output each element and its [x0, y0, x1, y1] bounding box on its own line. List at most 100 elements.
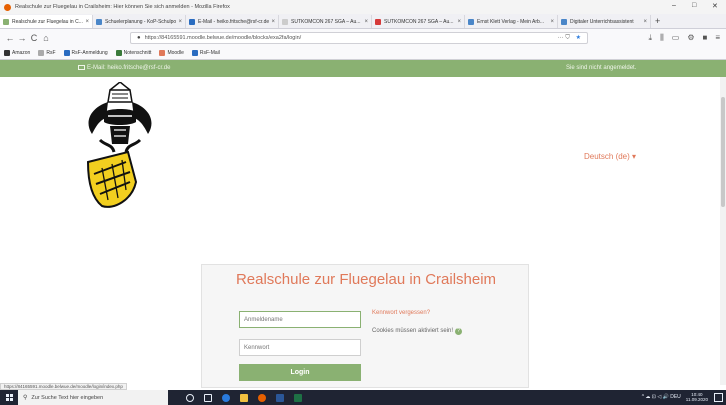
- firefox-icon: [4, 3, 11, 11]
- firefox-icon[interactable]: [258, 393, 266, 402]
- tab-label: E-Mail - heiko.fritsche@rsf-cr.de: [198, 18, 270, 25]
- tab-schuelerplanung[interactable]: Schuelerplanung - KoP-Schulportal ×: [93, 15, 186, 28]
- window-title: Realschule zur Fluegelau in Crailsheim: …: [15, 4, 230, 10]
- tab-sutkomcon-2[interactable]: SUTKOMCON 267 SGA – Au... ×: [372, 15, 465, 28]
- bookmark-rsf-anmeldung[interactable]: RsF-Anmeldung: [63, 50, 108, 56]
- sidebar-icon[interactable]: ▭: [672, 33, 680, 43]
- clock-date: 11.09.2020: [685, 397, 708, 402]
- windows-logo-icon: [5, 394, 13, 401]
- status-url: https://84165591.moodle.belwue.de/moodle…: [0, 383, 127, 390]
- page-scrollbar[interactable]: [720, 77, 726, 385]
- email-link[interactable]: E-Mail: heiko.fritsche@rsf-cr.de: [78, 65, 170, 71]
- reload-button[interactable]: C: [28, 33, 40, 43]
- cookies-text: Cookies müssen aktiviert sein!: [372, 328, 454, 334]
- close-tab-icon[interactable]: ×: [85, 19, 89, 25]
- extension-icon[interactable]: ⚙: [687, 33, 694, 43]
- minimize-button[interactable]: –: [672, 2, 676, 9]
- bookmarks-toolbar: Amazon RsF RsF-Anmeldung Notenschnitt Mo…: [0, 47, 726, 60]
- tab-favicon-icon: [561, 18, 567, 25]
- clock[interactable]: 10:40 11.09.2020: [686, 392, 708, 402]
- forward-button[interactable]: →: [16, 33, 28, 43]
- tab-label: Digitaler Unterrichtsassistent: [570, 18, 634, 25]
- library-icon[interactable]: ⫼: [660, 33, 664, 43]
- mail-icon: [191, 50, 198, 56]
- tab-favicon-icon: [3, 18, 9, 25]
- tab-label: Ernst Klett Verlag - Mein Arb...: [477, 18, 544, 25]
- cortana-icon[interactable]: [186, 393, 194, 402]
- tab-sutkomcon-1[interactable]: SUTKOMCON 267 SGA – Au... ×: [279, 15, 372, 28]
- lock-icon: ●: [137, 35, 141, 41]
- close-tab-icon[interactable]: ×: [643, 19, 647, 25]
- tab-favicon-icon: [468, 18, 474, 25]
- tab-unterrichtsassistent[interactable]: Digitaler Unterrichtsassistent ×: [558, 15, 651, 28]
- word-icon[interactable]: [276, 393, 284, 402]
- file-explorer-icon[interactable]: [240, 393, 248, 402]
- new-tab-button[interactable]: +: [655, 16, 660, 26]
- bookmark-label: Notenschnitt: [123, 50, 152, 56]
- url-text[interactable]: https://84165591.moodle.belwue.de/moodle…: [145, 35, 302, 41]
- tab-moodle-login[interactable]: Realschule zur Fluegelau in C... ×: [0, 15, 93, 28]
- rsf-anmeldung-icon: [63, 50, 70, 56]
- tab-label: Realschule zur Fluegelau in C...: [12, 18, 83, 25]
- tab-favicon-icon: [282, 18, 288, 25]
- bookmark-label: RsF-Mail: [199, 50, 220, 56]
- bookmark-notenschnitt[interactable]: Notenschnitt: [115, 50, 152, 56]
- tab-favicon-icon: [189, 18, 195, 25]
- login-button[interactable]: Login: [239, 364, 361, 381]
- tab-label: SUTKOMCON 267 SGA – Au...: [291, 18, 361, 25]
- close-tab-icon[interactable]: ×: [457, 19, 461, 25]
- notifications-icon[interactable]: [714, 393, 723, 402]
- tray-icons[interactable]: ^ ☁ ⊡ ◁ 🔊 DEU: [642, 394, 681, 400]
- maximize-button[interactable]: □: [692, 2, 696, 9]
- close-window-button[interactable]: ✕: [712, 2, 718, 10]
- extension-2-icon[interactable]: ■: [702, 33, 707, 43]
- bookmark-moodle[interactable]: Moodle: [159, 50, 184, 56]
- help-icon[interactable]: ?: [455, 328, 463, 335]
- bookmark-label: RsF-Anmeldung: [71, 50, 108, 56]
- tab-favicon-icon: [96, 18, 102, 25]
- forgot-password-link[interactable]: Kennwort vergessen?: [372, 310, 430, 316]
- url-bar[interactable]: ● https://84165591.moodle.belwue.de/mood…: [130, 32, 588, 44]
- pocket-icon[interactable]: ⛉: [565, 35, 570, 41]
- back-button[interactable]: ←: [4, 33, 16, 43]
- task-view-icon[interactable]: [204, 393, 212, 402]
- bookmark-rsf-mail[interactable]: RsF-Mail: [191, 50, 220, 56]
- edge-icon[interactable]: [222, 393, 230, 402]
- taskbar-apps: [186, 393, 302, 402]
- username-field[interactable]: Anmeldename: [239, 311, 361, 328]
- tab-email[interactable]: E-Mail - heiko.fritsche@rsf-cr.de ×: [186, 15, 279, 28]
- tab-klett[interactable]: Ernst Klett Verlag - Mein Arb... ×: [465, 15, 558, 28]
- close-tab-icon[interactable]: ×: [271, 19, 275, 25]
- bookmark-amazon[interactable]: Amazon: [4, 50, 30, 56]
- moodle-icon: [159, 50, 166, 56]
- page-actions-button[interactable]: ···: [558, 35, 564, 41]
- language-selector[interactable]: Deutsch (de) ▾: [584, 152, 636, 161]
- menu-icon[interactable]: ≡: [715, 33, 720, 43]
- home-button[interactable]: ⌂: [40, 33, 52, 43]
- close-tab-icon[interactable]: ×: [550, 19, 554, 25]
- site-header-bar: E-Mail: heiko.fritsche@rsf-cr.de Sie sin…: [0, 60, 726, 77]
- password-field[interactable]: Kennwort: [239, 339, 361, 356]
- close-tab-icon[interactable]: ×: [178, 19, 182, 25]
- search-placeholder: Zur Suche Text hier eingeben: [31, 394, 104, 401]
- bookmark-label: RsF: [46, 50, 56, 56]
- close-tab-icon[interactable]: ×: [364, 19, 368, 25]
- bookmark-rsf[interactable]: RsF: [38, 50, 56, 56]
- window-titlebar: Realschule zur Fluegelau in Crailsheim: …: [0, 0, 726, 14]
- excel-icon[interactable]: [294, 393, 302, 402]
- taskbar-search[interactable]: ⚲ Zur Suche Text hier eingeben: [18, 390, 168, 405]
- school-name-heading: Realschule zur Fluegelau in Crailsheim: [235, 271, 497, 288]
- scrollbar-thumb[interactable]: [721, 97, 725, 207]
- toolbar-right: ⤓ ⫼ ▭ ⚙ ■ ≡: [649, 33, 720, 43]
- amazon-icon: [4, 50, 10, 56]
- tab-favicon-icon: [375, 18, 381, 25]
- login-card: Realschule zur Fluegelau in Crailsheim A…: [201, 264, 529, 388]
- tab-label: SUTKOMCON 267 SGA – Au...: [384, 18, 454, 25]
- language-label: Deutsch (de): [584, 152, 630, 161]
- windows-taskbar: ⚲ Zur Suche Text hier eingeben ^ ☁ ⊡ ◁ 🔊…: [0, 390, 726, 405]
- start-button[interactable]: [0, 390, 18, 405]
- downloads-icon[interactable]: ⤓: [649, 33, 653, 43]
- bookmark-star-icon[interactable]: ★: [576, 35, 581, 41]
- email-text: E-Mail: heiko.fritsche@rsf-cr.de: [87, 65, 171, 71]
- search-icon: ⚲: [23, 395, 28, 401]
